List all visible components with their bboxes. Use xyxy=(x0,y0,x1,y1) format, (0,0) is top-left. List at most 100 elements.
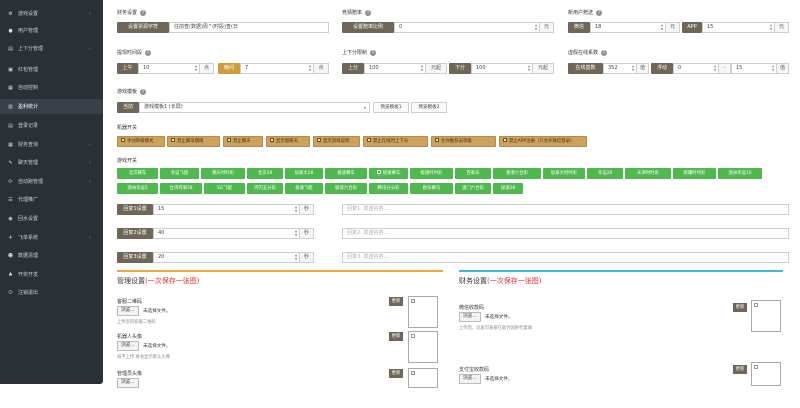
wechat-gift-input[interactable]: 18 ▲ ▼ xyxy=(590,22,666,33)
game-toggle[interactable]: 幸运飞艇 xyxy=(160,168,199,179)
spinner-icon[interactable]: ▲ ▼ xyxy=(527,64,531,72)
app-gift-input[interactable]: 15 ▲ ▼ xyxy=(702,22,775,33)
machine-switch-toggle[interactable]: 显示游戏说明 xyxy=(313,136,360,147)
game-toggle[interactable]: 重庆时时彩 xyxy=(201,168,245,179)
sidebar-item[interactable]: ✎ 聊天管理 ‹ xyxy=(0,155,103,170)
score-down-button[interactable]: 下分 xyxy=(449,63,471,74)
sidebar-item[interactable]: ▥ 盈利统计 xyxy=(0,99,103,114)
checkbox-icon[interactable] xyxy=(171,138,175,142)
sidebar-item[interactable]: ◉ 回水设置 xyxy=(0,211,103,226)
float-button[interactable]: 浮动 xyxy=(651,63,673,74)
checkbox-icon[interactable] xyxy=(435,137,439,146)
sidebar-item[interactable]: ▣ 红包管理 xyxy=(0,62,103,77)
game-toggle[interactable]: 澳洲幸运10 xyxy=(718,168,762,179)
morning-button[interactable]: 上午 xyxy=(117,63,138,74)
odds-input[interactable]: 0 ▲ ▼ xyxy=(394,22,540,33)
morning-input[interactable]: 10 ▲ ▼ xyxy=(138,63,200,74)
checkbox-icon[interactable] xyxy=(376,169,381,180)
checkbox-icon[interactable] xyxy=(317,137,321,146)
sidebar-item[interactable]: ⟳ 自动跑管理 ‹ xyxy=(0,174,103,189)
current-template-button[interactable]: 当前 xyxy=(117,102,139,113)
browse-button[interactable]: 浏览... xyxy=(459,374,481,384)
game-toggle[interactable]: 腾讯分分彩 xyxy=(369,183,408,194)
sidebar-item[interactable]: ▤ 上下分管理 ‹ xyxy=(0,41,103,56)
spinner-icon[interactable]: ▲ ▼ xyxy=(631,64,635,72)
sidebar-item[interactable]: ✈ 飞单系统 ‹ xyxy=(0,230,103,245)
game-toggle[interactable]: 极速28 xyxy=(493,183,523,194)
help-icon[interactable]: ? xyxy=(365,9,372,16)
sidebar-item[interactable]: ⏻ 注销退出 xyxy=(0,285,103,300)
help-icon[interactable]: ? xyxy=(140,88,147,95)
machine-switch-toggle[interactable]: 禁止聊天 xyxy=(223,136,263,147)
browse-button[interactable]: 浏览... xyxy=(117,378,139,388)
help-icon[interactable]: ? xyxy=(596,9,603,16)
preview-template-1-button[interactable]: 预览模板1 xyxy=(373,102,409,113)
game-toggle[interactable]: 天津时时彩 xyxy=(625,168,671,179)
sidebar-item[interactable]: ☻ 数据清理 xyxy=(0,248,103,263)
game-toggle[interactable]: 幸运28 xyxy=(587,168,623,179)
set-source-button[interactable]: 设置票源字符 xyxy=(117,22,169,33)
sidebar-item[interactable]: ▦ 自动控制 xyxy=(0,80,103,95)
sidebar-item[interactable]: ● 用户管理 xyxy=(0,23,103,38)
game-toggle[interactable]: 欧乐赛马 xyxy=(410,183,453,194)
checkbox-icon[interactable] xyxy=(503,138,507,142)
update-button[interactable]: 更新 xyxy=(733,365,747,374)
online-base-input[interactable]: 352 ▲ ▼ xyxy=(603,63,637,74)
spinner-icon[interactable]: ▲ ▼ xyxy=(308,64,312,72)
game-toggle[interactable]: 百家乐 xyxy=(455,168,491,179)
game-toggle[interactable]: 香港六合彩 xyxy=(493,168,541,179)
preview-template-2-button[interactable]: 预览模板2 xyxy=(411,102,447,113)
game-toggle[interactable]: 北京28 xyxy=(247,168,283,179)
reply-content-input[interactable]: 回复2: 发送内容... xyxy=(342,228,789,239)
game-toggle[interactable]: 极速飞艇 xyxy=(285,183,323,194)
reply-interval-input[interactable]: 40 ▲ ▼ xyxy=(153,228,300,239)
reply-content-input[interactable]: 回复3: 发送内容... xyxy=(342,252,789,263)
sidebar-item[interactable]: ⚙ 游戏设置 ‹ xyxy=(0,6,103,21)
update-button[interactable]: 更新 xyxy=(389,369,403,378)
float-min-input[interactable]: 0 ▲ ▼ xyxy=(673,63,719,74)
help-icon[interactable]: ? xyxy=(601,49,608,56)
game-toggle[interactable]: 极速赛车 xyxy=(369,168,408,180)
evening-button[interactable]: 晚间 xyxy=(218,63,240,74)
set-odds-button[interactable]: 设置赔率比例 xyxy=(342,22,394,33)
app-gift-button[interactable]: APP xyxy=(682,22,702,33)
game-toggle[interactable]: 极速时时彩 xyxy=(410,168,453,179)
machine-switch-toggle[interactable]: 禁止最早期限 xyxy=(167,136,220,147)
game-toggle[interactable]: 极速六合彩 xyxy=(325,183,367,194)
sidebar-item[interactable]: ☰ 代理推广 xyxy=(0,192,103,207)
game-toggle[interactable]: SG飞艇 xyxy=(204,183,245,194)
help-icon[interactable]: ? xyxy=(140,9,147,16)
game-toggle[interactable]: 台湾宾果28 xyxy=(160,183,202,194)
machine-switch-toggle[interactable]: 允许推荐员等级 xyxy=(431,136,496,147)
source-input[interactable]: 往前查(数据)周^(时段)查(日 xyxy=(169,22,329,33)
game-toggle[interactable]: 加拿大28 xyxy=(285,168,323,179)
reply-interval-input[interactable]: 20 ▲ ▼ xyxy=(153,252,300,263)
checkbox-icon[interactable] xyxy=(367,138,371,142)
template-select[interactable]: 游戏模板1 (长屏) ▾ xyxy=(139,102,370,113)
spinner-icon[interactable]: ▲ ▼ xyxy=(771,64,775,72)
reply-setting-button[interactable]: 回复3设置 xyxy=(117,252,153,263)
checkbox-icon[interactable] xyxy=(227,137,231,146)
spinner-icon[interactable]: ▲ ▼ xyxy=(534,23,538,31)
sidebar-item[interactable]: ♣ 开奖开发 xyxy=(0,267,103,282)
machine-switch-toggle[interactable]: 显示假聊天 xyxy=(266,136,310,147)
game-toggle[interactable]: 极速赛车 xyxy=(325,168,367,179)
help-icon[interactable]: ? xyxy=(145,49,152,56)
checkbox-icon[interactable] xyxy=(270,137,274,146)
spinner-icon[interactable]: ▲ ▼ xyxy=(294,229,298,237)
help-icon[interactable]: ? xyxy=(370,49,377,56)
spinner-icon[interactable]: ▲ ▼ xyxy=(769,23,773,31)
game-toggle[interactable]: 加拿大时时彩 xyxy=(543,168,585,179)
spinner-icon[interactable]: ▲ ▼ xyxy=(294,205,298,213)
reply-setting-button[interactable]: 回复1设置 xyxy=(117,204,153,215)
update-button[interactable]: 更新 xyxy=(389,297,403,306)
evening-input[interactable]: 7 ▲ ▼ xyxy=(240,63,314,74)
browse-button[interactable]: 浏览... xyxy=(117,341,139,351)
online-base-button[interactable]: 在线基数 xyxy=(568,63,603,74)
spinner-icon[interactable]: ▲ ▼ xyxy=(294,253,298,261)
float-max-input[interactable]: 15 ▲ ▼ xyxy=(731,63,777,74)
checkbox-icon[interactable] xyxy=(121,137,125,146)
update-button[interactable]: 更新 xyxy=(733,303,747,312)
score-up-input[interactable]: 100 ▲ ▼ xyxy=(364,63,426,74)
game-toggle[interactable]: 北京赛车 xyxy=(117,168,158,179)
